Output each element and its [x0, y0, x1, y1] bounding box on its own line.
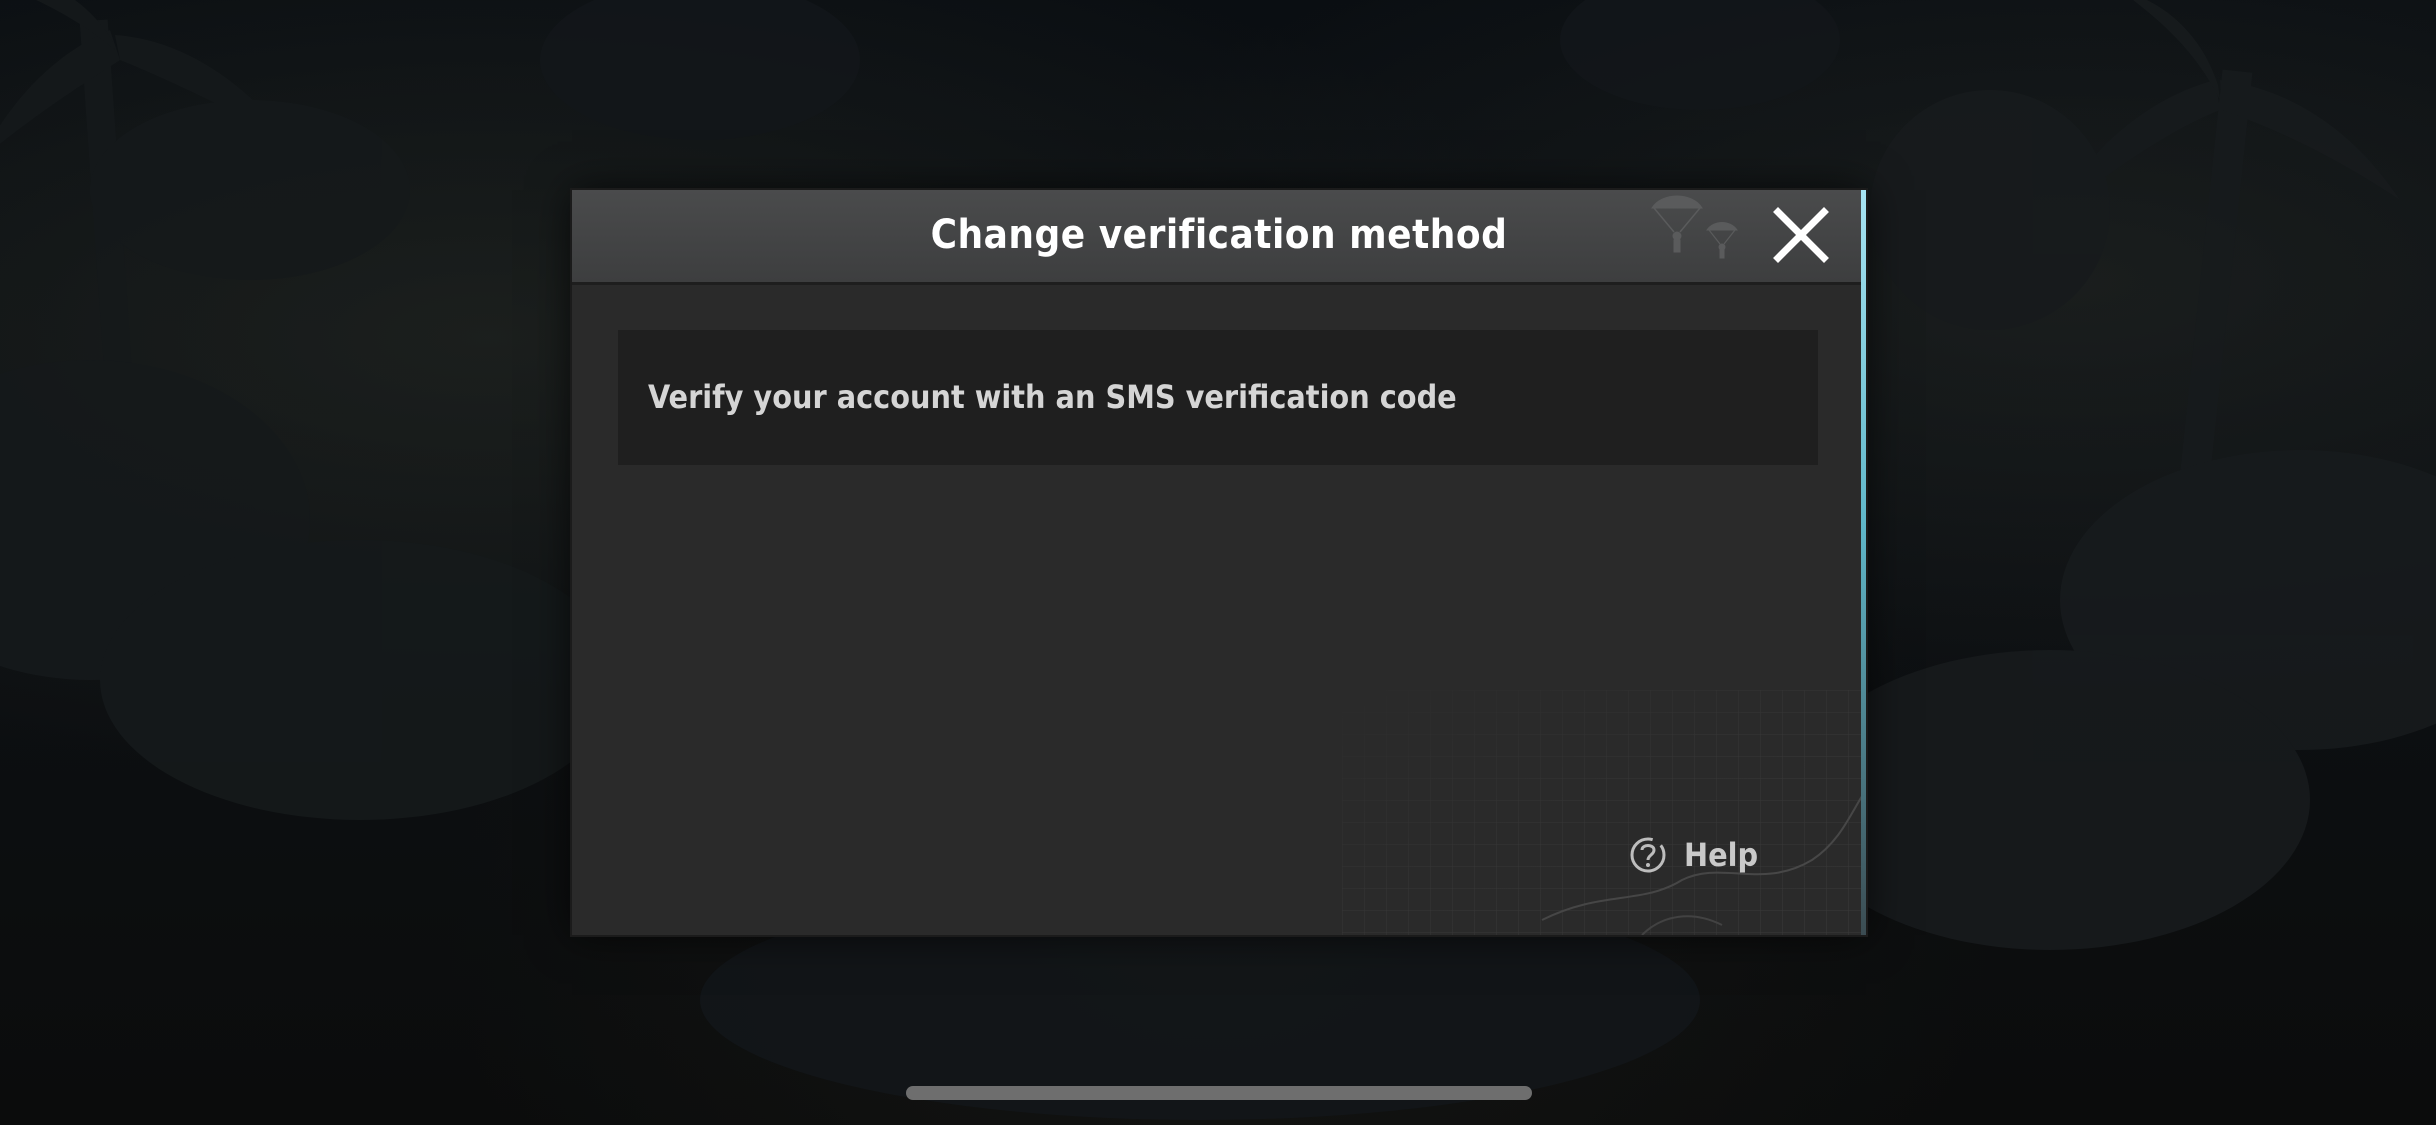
dialog-header: Change verification method [572, 190, 1866, 285]
dialog-accent-edge [1861, 190, 1866, 935]
option-label: Verify your account with an SMS verifica… [648, 378, 1457, 416]
help-circle-icon [1630, 837, 1666, 873]
help-label: Help [1684, 836, 1759, 874]
map-grid-decoration [1342, 690, 1866, 935]
close-button[interactable] [1768, 202, 1834, 268]
home-indicator[interactable] [906, 1086, 1532, 1100]
parachute-decoration-icon [1651, 195, 1738, 259]
verification-dialog: Change verification method Verify your a… [572, 190, 1866, 935]
close-icon [1773, 207, 1829, 263]
help-button[interactable]: Help [1628, 830, 1788, 880]
sms-verification-option[interactable]: Verify your account with an SMS verifica… [618, 330, 1818, 465]
